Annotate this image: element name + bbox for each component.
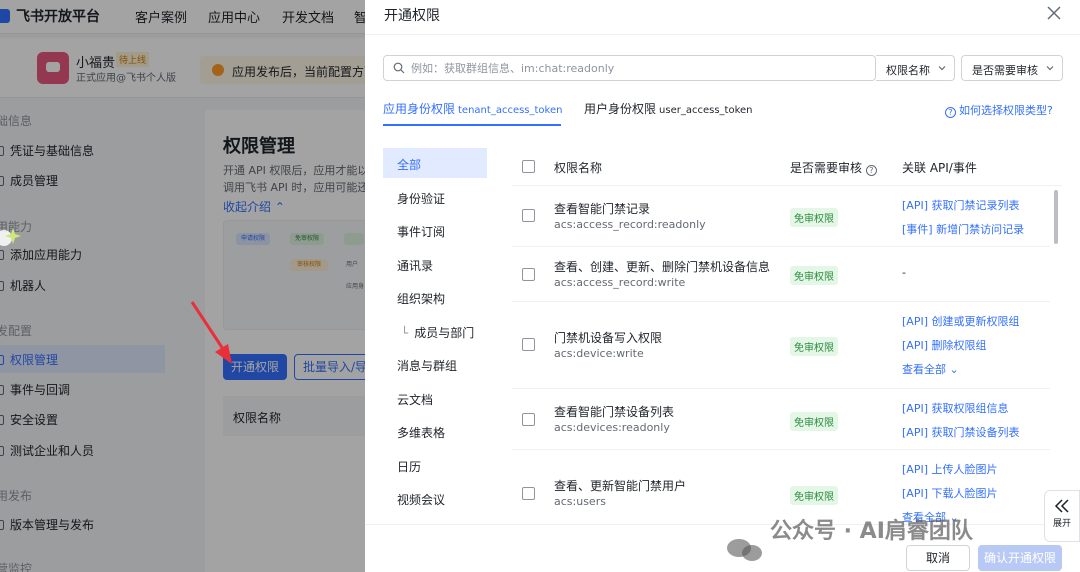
column-header-name: 权限名称 xyxy=(554,161,603,175)
cancel-button[interactable]: 取消 xyxy=(906,545,970,571)
open-permission-dialog: 开通权限 权限名称 是否需要审核 应用身份权限tenant_access_tok… xyxy=(365,0,1080,572)
column-header-api: 关联 API/事件 xyxy=(902,161,977,175)
row-checkbox[interactable] xyxy=(522,487,535,500)
category-organization[interactable]: 组织架构 xyxy=(383,282,487,312)
status-badge: 免审权限 xyxy=(790,486,838,505)
status-badge: 免审权限 xyxy=(790,208,838,227)
search-field-select[interactable]: 权限名称 xyxy=(876,55,955,81)
confirm-open-permission-button[interactable]: 确认开通权限 xyxy=(978,545,1062,571)
view-all-link[interactable]: 查看全部 ⌄ xyxy=(902,361,959,377)
help-icon[interactable]: ? xyxy=(865,165,877,176)
dialog-footer: 公众号 · AI肩睿团队 取消 确认开通权限 xyxy=(365,519,1080,572)
permission-name: 查看、更新智能门禁用户 xyxy=(554,479,687,493)
api-link[interactable]: [API] 删除权限组 xyxy=(902,337,986,353)
search-icon xyxy=(393,62,405,74)
api-link[interactable]: [API] 获取门禁设备列表 xyxy=(902,424,1019,440)
no-related-api: - xyxy=(902,266,906,279)
wechat-icon xyxy=(727,539,762,561)
api-link[interactable]: [API] 获取权限组信息 xyxy=(902,400,1008,416)
close-icon[interactable] xyxy=(1045,4,1063,22)
permission-search xyxy=(383,55,876,81)
watermark-text: 公众号 · AI肩睿团队 xyxy=(770,519,973,544)
expand-panel-button[interactable]: 展开 xyxy=(1044,490,1080,542)
category-members-departments[interactable]: └ 成员与部门 xyxy=(383,316,487,346)
status-badge: 免审权限 xyxy=(790,412,838,431)
category-label: 成员与部门 xyxy=(414,326,475,340)
permission-code: acs:device:write xyxy=(554,347,644,360)
permission-name: 查看智能门禁设备列表 xyxy=(554,405,675,419)
table-row: 门禁机设备写入权限 acs:device:write 免审权限 [API] 创建… xyxy=(512,302,1050,389)
row-checkbox[interactable] xyxy=(522,413,535,426)
divider xyxy=(365,34,1080,35)
row-checkbox[interactable] xyxy=(522,209,535,222)
permission-code: acs:users xyxy=(554,495,606,508)
category-bitable[interactable]: 多维表格 xyxy=(383,416,487,446)
category-messages[interactable]: 消息与群组 xyxy=(383,349,487,379)
category-docs[interactable]: 云文档 xyxy=(383,383,487,413)
permission-name: 查看智能门禁记录 xyxy=(554,202,651,216)
tab-label: 应用身份权限 xyxy=(383,102,456,116)
api-link[interactable]: [API] 下载人脸图片 xyxy=(902,485,997,501)
scrollbar-thumb[interactable] xyxy=(1054,190,1058,244)
help-link-label: 如何选择权限类型? xyxy=(959,104,1053,117)
row-checkbox[interactable] xyxy=(522,338,535,351)
select-value: 是否需要审核 xyxy=(972,64,1038,77)
chevron-down-icon: ⌄ xyxy=(949,363,959,376)
status-badge: 免审权限 xyxy=(790,266,838,285)
active-tab-underline xyxy=(383,124,561,126)
column-header-review: 是否需要审核 ? xyxy=(790,159,880,176)
permission-code: acs:devices:readonly xyxy=(554,421,670,434)
permission-type-help-link[interactable]: ? 如何选择权限类型? xyxy=(945,102,1053,118)
tree-branch-icon: └ xyxy=(401,326,409,340)
api-link[interactable]: [API] 获取门禁记录列表 xyxy=(902,197,1019,213)
tab-sub-label: tenant_access_token xyxy=(458,105,563,116)
select-all-checkbox[interactable] xyxy=(522,160,535,173)
permission-table-header: 权限名称 是否需要审核 ? 关联 API/事件 xyxy=(512,148,1062,186)
expand-label: 展开 xyxy=(1052,519,1071,529)
tab-label: 用户身份权限 xyxy=(584,102,657,116)
sparkle-icon xyxy=(0,228,21,246)
help-icon: ? xyxy=(945,107,956,118)
chevron-down-icon xyxy=(938,66,946,71)
row-checkbox[interactable] xyxy=(522,268,535,281)
permission-code: acs:access_record:readonly xyxy=(554,218,706,231)
table-row: 查看智能门禁记录 acs:access_record:readonly 免审权限… xyxy=(512,186,1050,247)
category-contacts[interactable]: 通讯录 xyxy=(383,249,487,279)
category-identity[interactable]: 身份验证 xyxy=(383,182,487,212)
event-link[interactable]: [事件] 新增门禁访问记录 xyxy=(902,221,1024,237)
category-video-meeting[interactable]: 视频会议 xyxy=(383,483,487,513)
category-events[interactable]: 事件订阅 xyxy=(383,215,487,245)
column-header-label: 是否需要审核 xyxy=(790,161,863,175)
tab-sub-label: user_access_token xyxy=(659,105,753,116)
red-arrow-annotation xyxy=(190,301,232,364)
select-value: 权限名称 xyxy=(886,64,930,77)
status-badge: 免审权限 xyxy=(790,337,838,356)
dialog-title: 开通权限 xyxy=(384,8,440,24)
review-filter-select[interactable]: 是否需要审核 xyxy=(961,55,1063,81)
permission-code: acs:access_record:write xyxy=(554,276,686,289)
tab-user-permissions[interactable]: 用户身份权限 user_access_token xyxy=(584,100,753,117)
api-link[interactable]: [API] 上传人脸图片 xyxy=(902,461,997,477)
table-scrollbar[interactable] xyxy=(1052,186,1060,524)
table-row: 查看智能门禁设备列表 acs:devices:readonly 免审权限 [AP… xyxy=(512,389,1050,450)
category-calendar[interactable]: 日历 xyxy=(383,450,487,480)
tab-tenant-permissions[interactable]: 应用身份权限 tenant_access_token xyxy=(383,100,562,117)
api-link[interactable]: [API] 创建或更新权限组 xyxy=(902,313,1019,329)
permission-name: 门禁机设备写入权限 xyxy=(554,331,663,345)
chevron-down-icon xyxy=(1046,66,1054,71)
view-all-label: 查看全部 xyxy=(902,363,946,376)
table-row: 查看、创建、更新、删除门禁机设备信息 acs:access_record:wri… xyxy=(512,247,1050,302)
category-all[interactable]: 全部 xyxy=(383,148,487,178)
double-chevron-left-icon xyxy=(1054,499,1069,513)
permission-name: 查看、创建、更新、删除门禁机设备信息 xyxy=(554,260,771,274)
search-input[interactable] xyxy=(411,58,861,78)
